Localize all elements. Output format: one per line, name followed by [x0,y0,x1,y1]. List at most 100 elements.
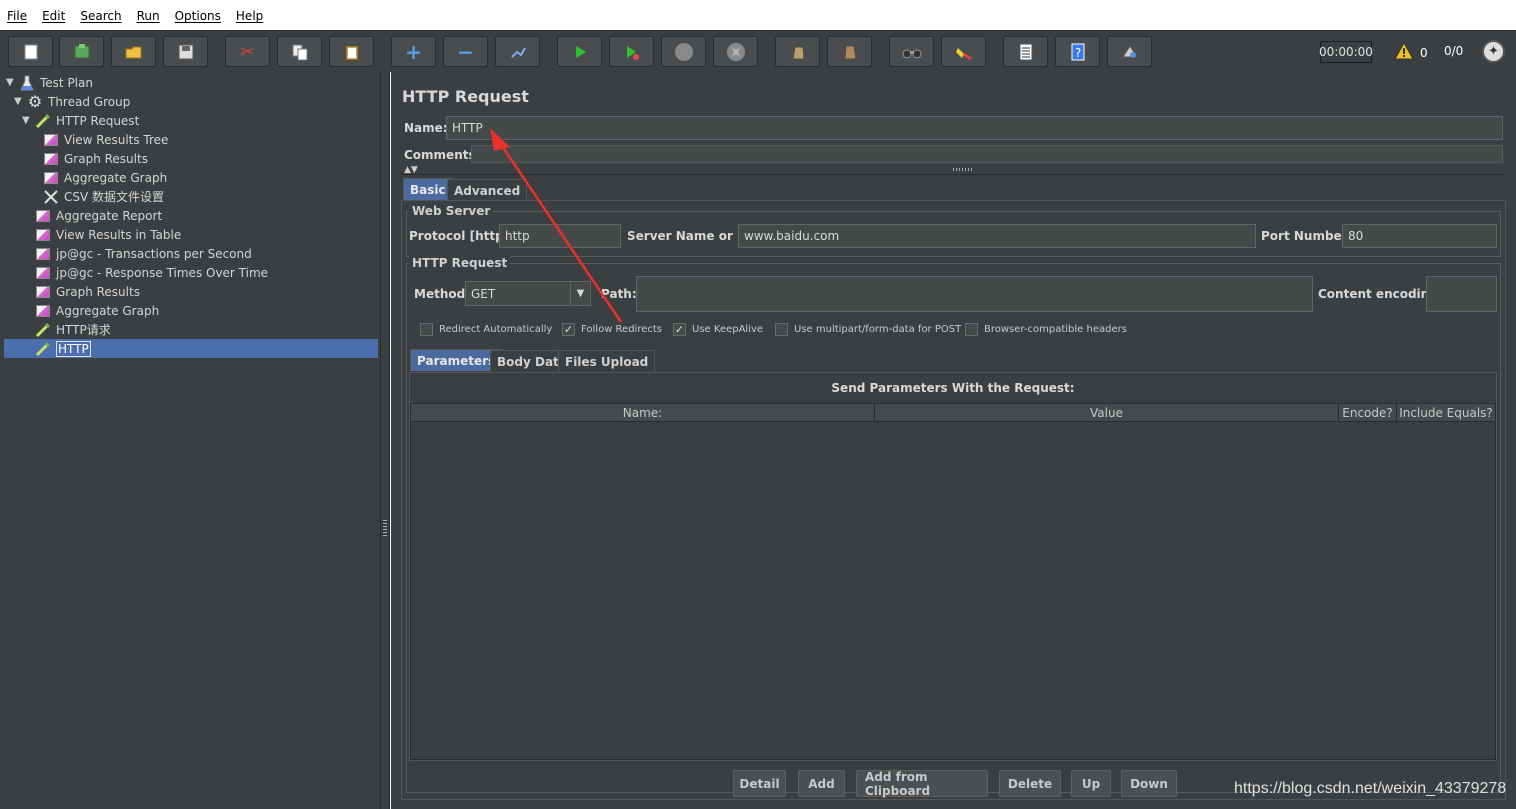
up-button[interactable]: Up [1071,770,1111,797]
warning-indicator[interactable]: 0 [1394,41,1428,63]
clear-icon [954,42,974,62]
tab-files-upload[interactable]: Files Upload [558,350,656,372]
path-field[interactable] [636,276,1313,312]
copy-button[interactable] [277,36,322,67]
column-encode[interactable]: Encode? [1339,404,1397,422]
tree-node-view-results-tree[interactable]: View Results Tree [42,130,168,149]
tree-node-graph-results[interactable]: Graph Results [42,149,148,168]
tree-node-view-results-table[interactable]: View Results in Table [34,225,181,244]
column-include-equals[interactable]: Include Equals? [1397,404,1495,422]
tree-node-aggregate-report[interactable]: Aggregate Report [34,206,162,225]
expand-arrow-icon[interactable]: ▼ [14,96,24,107]
remote-stop-button[interactable] [827,36,872,67]
tree-node-transactions-per-second[interactable]: jp@gc - Transactions per Second [34,244,252,263]
add-from-clipboard-button[interactable]: Add from Clipboard [856,770,988,798]
tree-node-graph-results-2[interactable]: Graph Results [34,282,140,301]
menu-search[interactable]: Search [77,9,124,23]
protocol-field[interactable]: http [499,224,621,248]
column-value[interactable]: Value [875,404,1339,422]
resize-grip-icon[interactable] [953,168,973,171]
path-label: Path: [601,287,637,301]
sampler-icon [34,341,52,357]
tab-advanced[interactable]: Advanced [447,179,528,201]
tree-node-csv-config[interactable]: CSV 数据文件设置 [42,187,164,206]
paste-button[interactable] [329,36,374,67]
method-select[interactable]: GET ▼ [465,281,591,306]
graph-icon [42,151,60,167]
expand-arrow-icon[interactable]: ▼ [6,77,16,88]
encoding-field[interactable] [1426,276,1497,312]
new-icon [21,42,41,62]
menu-file[interactable]: File [4,9,30,23]
server-field[interactable]: www.baidu.com [738,224,1256,248]
port-label: Port Number: [1261,229,1353,243]
checkbox-box [420,323,433,336]
save-button[interactable] [163,36,208,67]
help-button[interactable]: ? [1055,36,1100,67]
config-icon [42,189,60,205]
tab-basic[interactable]: Basic [403,178,453,200]
stop-icon [674,42,694,62]
watermark: https://blog.csdn.net/weixin_43379278 [1234,780,1507,797]
templates-button[interactable] [59,36,104,67]
down-button[interactable]: Down [1121,770,1177,797]
remote-button[interactable] [1107,36,1152,67]
tree-node-aggregate-graph[interactable]: Aggregate Graph [42,168,167,187]
shutdown-icon [726,42,746,62]
expand-arrow-icon[interactable]: ▼ [22,115,32,126]
tab-parameters[interactable]: Parameters [410,349,503,371]
start-button[interactable] [557,36,602,67]
toggle-button[interactable] [495,36,540,67]
menu-run[interactable]: Run [134,9,163,23]
page-title: HTTP Request [402,87,529,106]
tree-node-http-selected[interactable]: HTTP [4,339,378,358]
new-button[interactable] [8,36,53,67]
divider [401,174,1506,175]
column-name[interactable]: Name: [411,404,875,422]
menu-options[interactable]: Options [172,9,224,23]
http-request-group-title: HTTP Request [409,256,511,270]
method-value: GET [471,286,496,301]
comments-label: Comments: [404,148,481,162]
shutdown-button[interactable] [713,36,758,67]
open-button[interactable] [111,36,156,67]
follow-redirects-checkbox[interactable]: ✓ Follow Redirects [562,323,662,336]
tree-node-thread-group[interactable]: ▼ ⚙ Thread Group [14,92,130,111]
use-keepalive-checkbox[interactable]: ✓ Use KeepAlive [673,323,763,336]
start-no-pauses-button[interactable] [609,36,654,67]
port-field[interactable]: 80 [1342,224,1497,248]
collapse-button[interactable]: − [443,36,488,67]
graph-icon [34,246,52,262]
cut-button[interactable]: ✂ [225,36,270,67]
add-button[interactable]: Add [798,770,845,797]
copy-icon [290,42,310,62]
toolbar: ✂ + − ? 00:00:00 0 0/0 ✦ [0,30,1516,72]
menu-edit[interactable]: Edit [39,9,68,23]
browser-compatible-checkbox[interactable]: Browser-compatible headers [965,323,1127,336]
tree-node-http-request-cn[interactable]: HTTP请求 [34,320,111,339]
expand-button[interactable]: + [391,36,436,67]
remote-start-button[interactable] [775,36,820,67]
multipart-checkbox[interactable]: Use multipart/form-data for POST [775,323,961,336]
http-request-panel: HTTP Request Name: HTTP Comments: ▲▼ Bas… [391,72,1516,809]
split-pane-divider[interactable] [381,72,390,809]
tree-node-http-request[interactable]: ▼ HTTP Request [22,111,139,130]
menu-help[interactable]: Help [233,9,266,23]
tree-node-aggregate-graph-2[interactable]: Aggregate Graph [34,301,159,320]
redirect-automatically-checkbox[interactable]: Redirect Automatically [420,323,552,336]
tree-node-response-times[interactable]: jp@gc - Response Times Over Time [34,263,268,282]
name-field[interactable]: HTTP [446,116,1503,140]
active-threads: 0/0 [1444,44,1464,58]
clear-button[interactable] [941,36,986,67]
comments-field[interactable] [471,145,1503,163]
graph-icon [34,265,52,281]
function-helper-button[interactable] [1003,36,1048,67]
delete-button[interactable]: Delete [999,770,1061,797]
checkbox-box [965,323,978,336]
search-button[interactable] [889,36,934,67]
tree-node-test-plan[interactable]: ▼ Test Plan [6,73,93,92]
detail-button[interactable]: Detail [733,770,786,797]
parameters-table[interactable]: Name: Value Encode? Include Equals? [410,403,1496,760]
stop-button[interactable] [661,36,706,67]
test-plan-tree: ▼ Test Plan ▼ ⚙ Thread Group ▼ HTTP Requ… [0,72,381,809]
